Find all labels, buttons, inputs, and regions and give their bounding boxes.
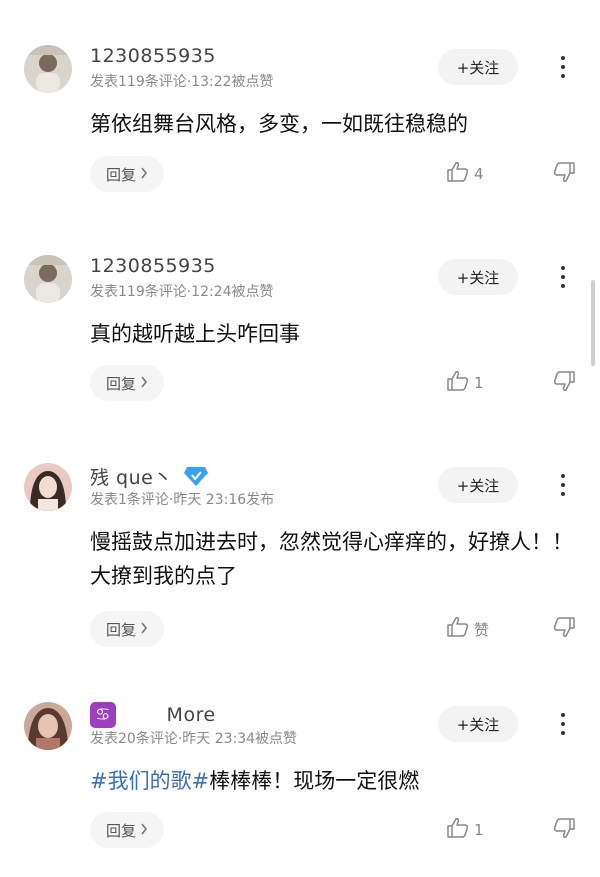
thumbs-down-icon xyxy=(550,161,576,187)
reply-label: 回复 xyxy=(105,620,136,639)
comment-meta: 发表119条评论·12:24被点赞 xyxy=(90,284,274,300)
like-count: 1 xyxy=(474,821,484,839)
comment-body: 棒棒棒！现场一定很燃 xyxy=(209,769,420,793)
comment-text: 第依组舞台风格，多变，一如既往稳稳的 xyxy=(90,107,580,141)
user-name[interactable]: 1230855935 xyxy=(90,255,216,277)
topic-tag-link[interactable]: #我们的歌# xyxy=(90,769,209,793)
comment-text: 真的越听越上头咋回事 xyxy=(90,317,580,351)
user-name[interactable]: 残 que丶 xyxy=(90,463,209,492)
comment-text: 慢摇鼓点加进去时，忽然觉得心痒痒的，好撩人！！大撩到我的点了 xyxy=(90,525,580,593)
follow-button[interactable]: +关注 xyxy=(438,706,518,742)
like-button[interactable]: 1 xyxy=(446,365,484,401)
dislike-button[interactable] xyxy=(550,812,576,848)
avatar[interactable] xyxy=(24,702,72,750)
user-name[interactable]: ♋ More xyxy=(90,702,216,728)
reply-button[interactable]: 回复 xyxy=(90,812,164,848)
reply-label: 回复 xyxy=(105,374,136,393)
reply-button[interactable]: 回复 xyxy=(90,156,164,192)
like-button[interactable]: 赞 xyxy=(446,611,489,647)
follow-button[interactable]: +关注 xyxy=(438,467,518,503)
comment-item: 1230855935 发表119条评论·12:24被点赞 +关注 真的越听越上头… xyxy=(0,255,600,455)
scrollbar[interactable] xyxy=(591,280,595,366)
chevron-right-icon xyxy=(140,821,148,839)
comment-meta: 发表119条评论·13:22被点赞 xyxy=(90,74,274,90)
comment-body: 真的越听越上头咋回事 xyxy=(90,322,300,346)
thumbs-up-icon xyxy=(446,161,470,187)
avatar[interactable] xyxy=(24,255,72,303)
more-options-icon[interactable] xyxy=(548,706,578,742)
more-options-icon[interactable] xyxy=(548,259,578,295)
thumbs-down-icon xyxy=(550,616,576,642)
dislike-button[interactable] xyxy=(550,156,576,192)
comment-body: 慢摇鼓点加进去时，忽然觉得心痒痒的，好撩人！！大撩到我的点了 xyxy=(90,530,573,588)
like-count: 赞 xyxy=(474,620,490,639)
follow-button[interactable]: +关注 xyxy=(438,49,518,85)
comment-item: ♋ More 发表20条评论·昨天 23:34被点赞 +关注 #我们的歌#棒棒棒… xyxy=(0,702,600,877)
like-count: 1 xyxy=(474,374,484,392)
user-name-text: More xyxy=(166,703,216,726)
reply-label: 回复 xyxy=(105,165,136,184)
comment-text: #我们的歌#棒棒棒！现场一定很燃 xyxy=(90,764,580,798)
dislike-button[interactable] xyxy=(550,611,576,647)
comment-item: 残 que丶 发表1条评论·昨天 23:16发布 +关注 慢摇鼓点加进去时，忽然… xyxy=(0,463,600,673)
dislike-button[interactable] xyxy=(550,365,576,401)
avatar[interactable] xyxy=(24,45,72,93)
thumbs-up-icon xyxy=(446,616,470,642)
like-count: 4 xyxy=(474,165,484,183)
thumbs-up-icon xyxy=(446,817,470,843)
more-options-icon[interactable] xyxy=(548,49,578,85)
user-name[interactable]: 1230855935 xyxy=(90,45,216,67)
reply-button[interactable]: 回复 xyxy=(90,365,164,401)
follow-button[interactable]: +关注 xyxy=(438,259,518,295)
chevron-right-icon xyxy=(140,165,148,183)
chevron-right-icon xyxy=(140,374,148,392)
comment-meta: 发表1条评论·昨天 23:16发布 xyxy=(90,492,275,508)
thumbs-up-icon xyxy=(446,370,470,396)
user-name-text: 残 que丶 xyxy=(90,467,173,489)
avatar[interactable] xyxy=(24,463,72,511)
reply-button[interactable]: 回复 xyxy=(90,611,164,647)
like-button[interactable]: 4 xyxy=(446,156,484,192)
cancer-zodiac-icon: ♋ xyxy=(90,702,116,728)
comment-body: 第依组舞台风格，多变，一如既往稳稳的 xyxy=(90,112,468,136)
chevron-right-icon xyxy=(140,620,148,638)
comment-meta: 发表20条评论·昨天 23:34被点赞 xyxy=(90,731,298,747)
diamond-badge-icon xyxy=(183,465,209,492)
reply-label: 回复 xyxy=(105,821,136,840)
comment-item: 1230855935 发表119条评论·13:22被点赞 +关注 第依组舞台风格… xyxy=(0,45,600,245)
like-button[interactable]: 1 xyxy=(446,812,484,848)
more-options-icon[interactable] xyxy=(548,467,578,503)
thumbs-down-icon xyxy=(550,370,576,396)
thumbs-down-icon xyxy=(550,817,576,843)
